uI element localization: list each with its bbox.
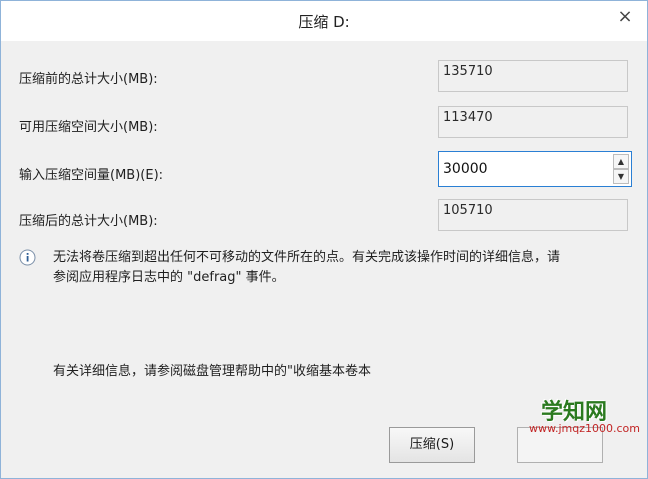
- arrow-up-icon: ▲: [617, 157, 625, 166]
- arrow-down-icon: ▼: [617, 172, 625, 181]
- total-before-value: 135710: [438, 60, 628, 92]
- available-space-label: 可用压缩空间大小(MB):: [19, 120, 158, 135]
- shrink-amount-stepper: ▲ ▼: [438, 151, 632, 187]
- spin-buttons: ▲ ▼: [613, 154, 629, 184]
- shrink-amount-input[interactable]: [439, 152, 609, 186]
- shrink-button[interactable]: 压缩(S): [389, 427, 475, 463]
- info-icon: [19, 249, 36, 266]
- info-line-1: 无法将卷压缩到超出任何不可移动的文件所在的点。有关完成该操作时间的详细信息，请: [53, 250, 561, 265]
- spin-down-button[interactable]: ▼: [613, 169, 629, 184]
- dialog-title: 压缩 D:: [298, 13, 350, 31]
- shrink-dialog: 压缩 D: × 压缩前的总计大小(MB): 135710 可用压缩空间大小(MB…: [0, 0, 648, 479]
- total-after-label: 压缩后的总计大小(MB):: [19, 214, 158, 229]
- title-bar: 压缩 D: ×: [1, 1, 647, 41]
- help-link-text: 有关详细信息，请参阅磁盘管理帮助中的"收缩基本卷本: [53, 364, 371, 379]
- close-button[interactable]: ×: [611, 6, 639, 28]
- close-icon: ×: [617, 6, 633, 27]
- spin-up-button[interactable]: ▲: [613, 154, 629, 169]
- available-space-value: 113470: [438, 106, 628, 138]
- watermark-logo: 学知网 www.jmqz1000.com: [519, 394, 645, 438]
- info-line-2: 参阅应用程序日志中的 "defrag" 事件。: [53, 270, 285, 285]
- watermark-url: www.jmqz1000.com: [529, 422, 640, 435]
- shrink-amount-label: 输入压缩空间量(MB)(E):: [19, 168, 164, 183]
- total-before-label: 压缩前的总计大小(MB):: [19, 72, 158, 87]
- info-message: 无法将卷压缩到超出任何不可移动的文件所在的点。有关完成该操作时间的详细信息，请 …: [53, 248, 638, 288]
- total-after-value: 105710: [438, 199, 628, 231]
